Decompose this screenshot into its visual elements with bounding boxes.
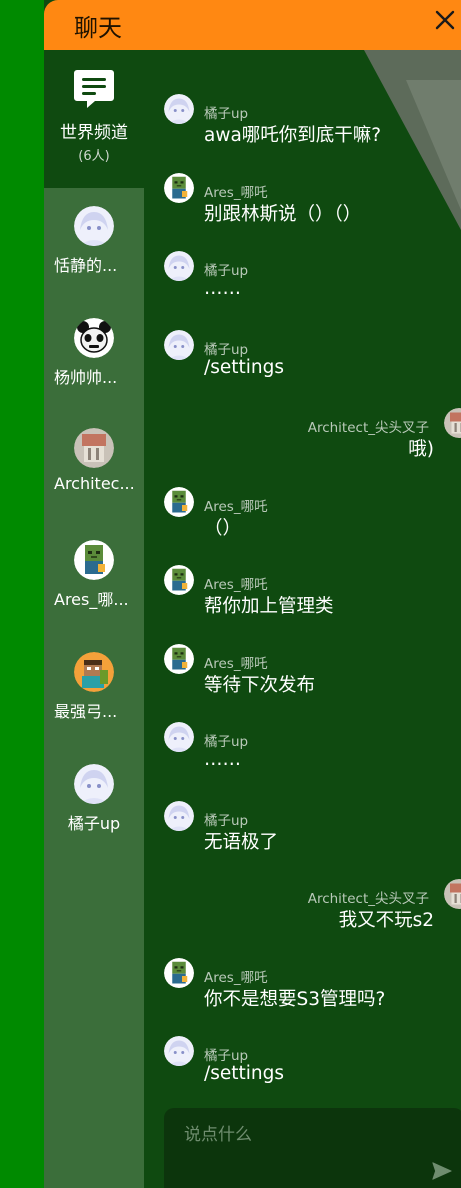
message-text: 帮你加上管理类 [204,596,334,617]
avatar [74,652,114,692]
sidebar-member[interactable]: Ares_哪... [44,540,144,610]
message-text: awa哪吒你到底干嘛? [204,125,382,146]
avatar [74,540,114,580]
message-list[interactable]: 橘子up awa哪吒你到底干嘛? Ares_哪吒 别跟林斯说（）（） 橘子up…… 橘子u… [144,50,461,1108]
message-sender: 橘子up [204,263,249,279]
avatar [74,428,114,468]
world-channel-count: (6人) [78,149,110,164]
message-text: …… [204,749,241,770]
message-text: （） [204,518,242,539]
avatar[interactable] [164,487,194,517]
message-sender: 橘子up [204,1048,249,1064]
close-icon[interactable] [433,8,457,32]
message-input[interactable] [184,1122,424,1148]
avatar[interactable] [164,251,194,281]
sidebar-member[interactable]: 最强弓... [44,652,144,722]
message-text: …… [204,278,241,299]
member-name: 橘子up [67,814,121,833]
avatar[interactable] [164,644,194,674]
avatar[interactable] [164,173,194,203]
avatar [74,206,114,246]
message-sender: 橘子up [204,342,249,358]
message-sender: Ares_哪吒 [204,656,268,672]
avatar[interactable] [164,958,194,988]
message-text: 等待下次发布 [204,675,316,696]
message-sender: 橘子up [204,734,249,750]
sidebar-member[interactable]: 恬静的... [44,206,144,276]
message-text: 别跟林斯说（）（） [204,204,362,225]
message-sender: Ares_哪吒 [204,970,268,986]
sidebar-member[interactable]: Architec... [44,428,144,493]
avatar [74,764,114,804]
message-sender: 橘子up [204,813,249,829]
sidebar-member[interactable]: 橘子up [44,764,144,834]
message-sender: Ares_哪吒 [204,499,268,515]
message-text: 无语极了 [204,832,279,853]
sidebar-member[interactable]: 杨帅帅... [44,318,144,388]
chat-panel: 聊天 世界频道 (6人) 恬静的... 杨帅帅... Architec... Ares… [44,0,461,1188]
message-sender: Ares_哪吒 [204,185,268,201]
chat-bubble-icon [74,70,114,108]
message-text: 我又不玩s2 [338,910,434,931]
world-channel-label: 世界频道 [60,123,128,143]
avatar[interactable] [164,1036,194,1066]
avatar[interactable] [164,801,194,831]
message-text: 你不是想要S3管理吗? [204,989,386,1010]
member-name: Architec... [54,474,135,493]
message-sender: Ares_哪吒 [204,577,268,593]
avatar[interactable] [164,330,194,360]
send-icon[interactable] [431,1160,453,1182]
message-sender: Architect_尖头叉子 [307,420,429,436]
message-input-box [164,1108,461,1188]
message-sender: 橘子up [204,106,249,122]
avatar [74,318,114,358]
member-name: 恬静的... [54,256,118,275]
world-channel-tab[interactable]: 世界频道 (6人) [44,68,144,164]
member-name: 杨帅帅... [54,368,118,387]
avatar[interactable] [164,94,194,124]
avatar[interactable] [164,722,194,752]
message-text: /settings [204,1063,285,1084]
member-name: Ares_哪... [54,590,129,609]
message-sender: Architect_尖头叉子 [307,891,429,907]
member-name: 最强弓... [54,702,118,721]
chat-header: 聊天 [44,0,461,50]
page-background [0,0,44,1188]
message-text: 哦) [408,439,434,460]
message-text: /settings [204,357,285,378]
avatar[interactable] [164,565,194,595]
header-title: 聊天 [74,14,122,42]
